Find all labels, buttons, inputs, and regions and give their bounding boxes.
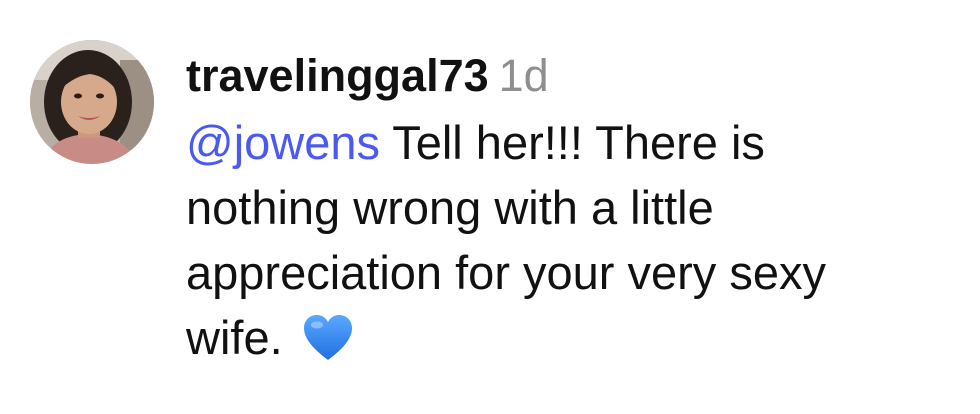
comment-content: travelinggal73 1d @jowens Tell her!!! The… (186, 48, 966, 378)
blue-heart-icon (302, 313, 354, 378)
comment-text: @jowens Tell her!!! There is nothing wro… (186, 110, 966, 378)
comment-header: travelinggal73 1d (186, 48, 966, 104)
comment-line-1: @jowens Tell her!!! There is (186, 110, 966, 175)
username-link[interactable]: travelinggal73 (186, 50, 489, 101)
comment-line-3: appreciation for your very sexy (186, 246, 827, 299)
timestamp[interactable]: 1d (499, 50, 549, 101)
comment-text-part-4: wife. (186, 311, 296, 364)
mention-link[interactable]: @jowens (186, 116, 380, 169)
comment-text-part-1: Tell her!!! There is (380, 116, 765, 169)
avatar[interactable] (30, 40, 154, 164)
comment: travelinggal73 1d @jowens Tell her!!! The… (0, 0, 980, 414)
comment-line-2: nothing wrong with a little (186, 181, 714, 234)
comment-line-4: wife. (186, 305, 966, 378)
